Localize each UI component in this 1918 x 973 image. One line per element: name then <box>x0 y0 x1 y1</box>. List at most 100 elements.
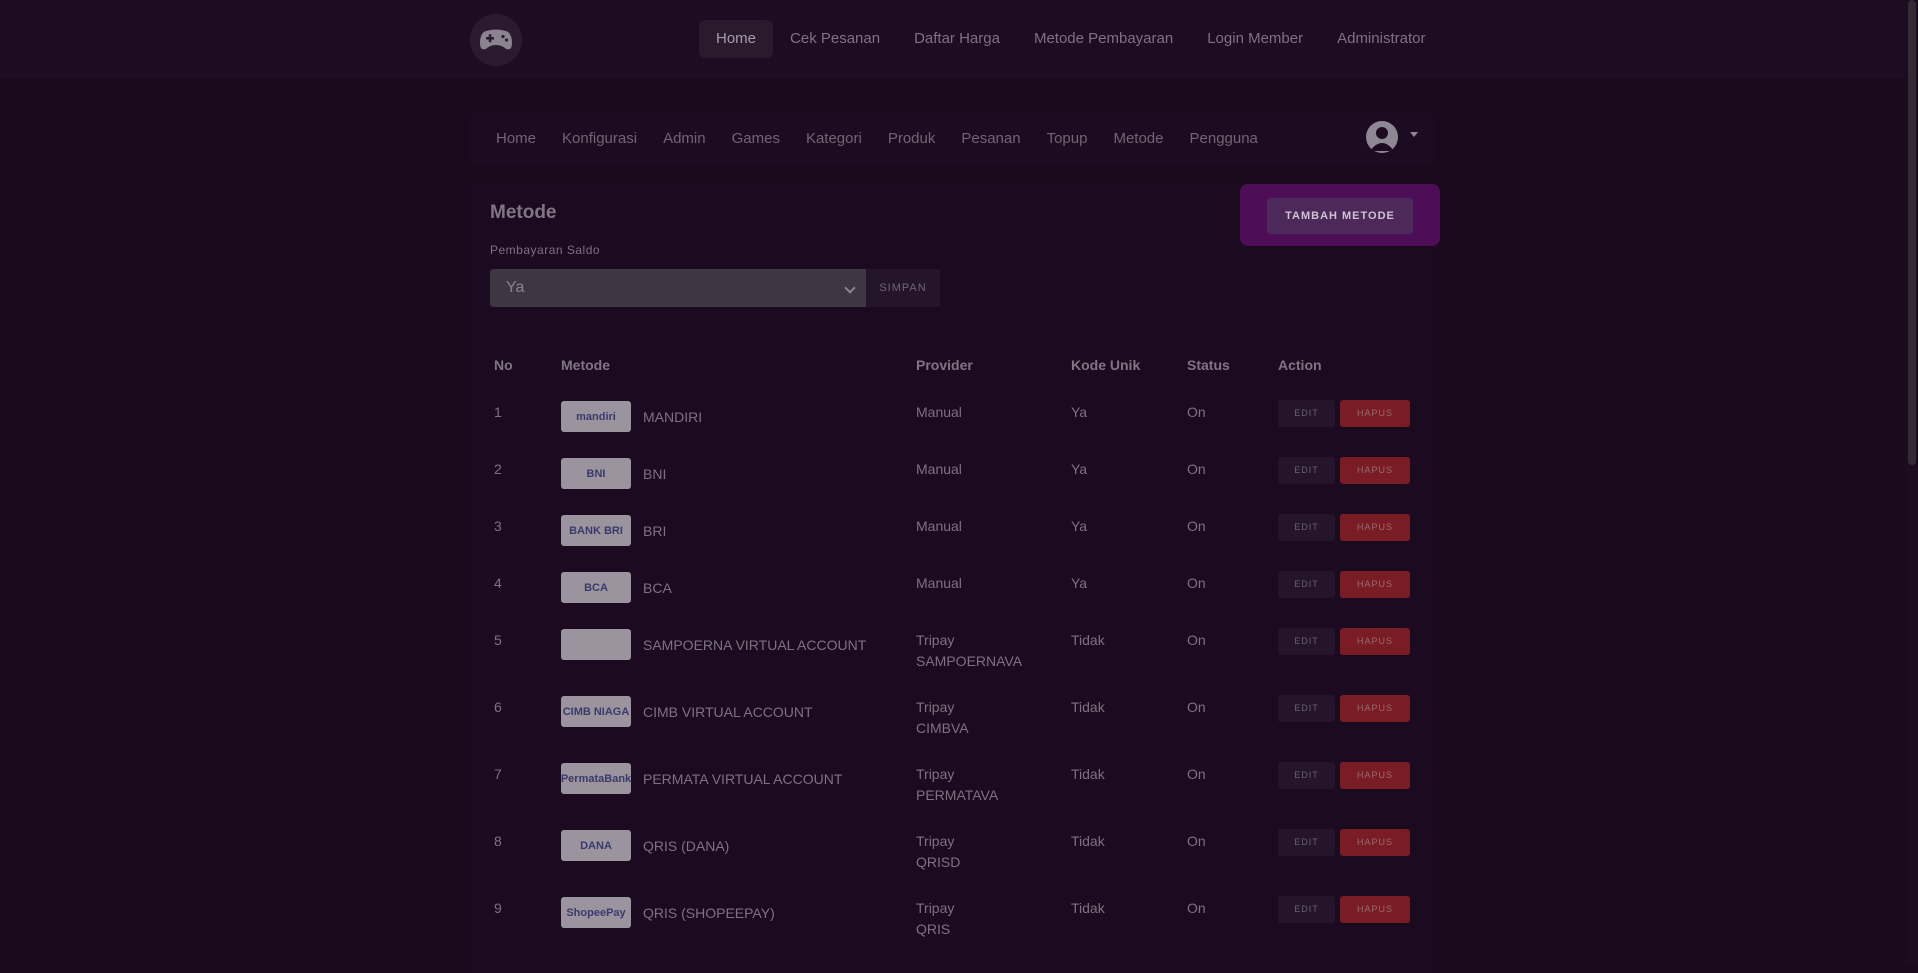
simpan-button[interactable]: SIMPAN <box>866 269 940 307</box>
status: On <box>1187 632 1206 648</box>
status: On <box>1187 461 1206 477</box>
subnav-produk[interactable]: Produk <box>875 130 949 147</box>
chevron-down-icon[interactable] <box>1410 132 1418 137</box>
provider: Manual <box>916 518 962 534</box>
metode-name: BNI <box>643 466 667 482</box>
metode-logo-text: PermataBank <box>561 772 631 785</box>
row-no: 5 <box>494 632 502 648</box>
subnav-kategori[interactable]: Kategori <box>793 130 875 147</box>
hapus-button[interactable]: HAPUS <box>1340 762 1410 789</box>
provider: Manual <box>916 461 962 477</box>
row-no: 6 <box>494 699 502 715</box>
topnav-administrator[interactable]: Administrator <box>1320 20 1442 58</box>
status: On <box>1187 833 1206 849</box>
edit-button[interactable]: EDIT <box>1278 762 1335 789</box>
provider-code: CIMBVA <box>916 720 969 736</box>
metode-name: MANDIRI <box>643 409 703 425</box>
header-action: Action <box>1278 357 1322 373</box>
subnav-games[interactable]: Games <box>719 130 793 147</box>
kode-unik: Ya <box>1071 461 1088 477</box>
row-no: 9 <box>494 900 502 916</box>
hapus-button[interactable]: HAPUS <box>1340 695 1410 722</box>
edit-button[interactable]: EDIT <box>1278 896 1335 923</box>
metode-name: CIMB VIRTUAL ACCOUNT <box>643 704 813 720</box>
subnav-konfigurasi[interactable]: Konfigurasi <box>549 130 650 147</box>
subnav-pesanan[interactable]: Pesanan <box>948 130 1033 147</box>
top-navbar: Home Cek Pesanan Daftar Harga Metode Pem… <box>0 0 1906 78</box>
status: On <box>1187 404 1206 420</box>
edit-button[interactable]: EDIT <box>1278 514 1335 541</box>
metode-name: PERMATA VIRTUAL ACCOUNT <box>643 771 843 787</box>
edit-button[interactable]: EDIT <box>1278 628 1335 655</box>
header-provider: Provider <box>916 357 973 373</box>
status: On <box>1187 699 1206 715</box>
subnav-home[interactable]: Home <box>483 130 549 147</box>
kode-unik: Tidak <box>1071 699 1105 715</box>
page-title: Metode <box>490 202 557 223</box>
edit-button[interactable]: EDIT <box>1278 457 1335 484</box>
main-nav: Home Cek Pesanan Daftar Harga Metode Pem… <box>699 20 1442 58</box>
row-no: 7 <box>494 766 502 782</box>
metode-name: QRIS (SHOPEEPAY) <box>643 905 775 921</box>
kode-unik: Tidak <box>1071 766 1105 782</box>
hapus-button[interactable]: HAPUS <box>1340 896 1410 923</box>
metode-logo: mandiri <box>561 401 631 432</box>
hapus-button[interactable]: HAPUS <box>1340 628 1410 655</box>
metode-logo: DANA <box>561 830 631 861</box>
hapus-button[interactable]: HAPUS <box>1340 829 1410 856</box>
subnav-metode[interactable]: Metode <box>1100 130 1176 147</box>
user-avatar-icon[interactable] <box>1366 121 1398 153</box>
row-no: 1 <box>494 404 502 420</box>
tambah-metode-button[interactable]: TAMBAH METODE <box>1267 198 1413 234</box>
edit-button[interactable]: EDIT <box>1278 695 1335 722</box>
provider: Manual <box>916 575 962 591</box>
provider: Tripay <box>916 833 955 849</box>
status: On <box>1187 518 1206 534</box>
kode-unik: Ya <box>1071 404 1088 420</box>
provider: Manual <box>916 404 962 420</box>
topnav-home[interactable]: Home <box>699 20 774 58</box>
topnav-login-member[interactable]: Login Member <box>1190 20 1320 58</box>
edit-button[interactable]: EDIT <box>1278 571 1335 598</box>
subnav-admin[interactable]: Admin <box>650 130 719 147</box>
metode-logo <box>561 629 631 660</box>
provider: Tripay <box>916 699 955 715</box>
header-metode: Metode <box>561 357 610 373</box>
provider: Tripay <box>916 632 955 648</box>
header-no: No <box>494 357 513 373</box>
hapus-button[interactable]: HAPUS <box>1340 571 1410 598</box>
row-no: 3 <box>494 518 502 534</box>
metode-logo: ShopeePay <box>561 897 631 928</box>
edit-button[interactable]: EDIT <box>1278 400 1335 427</box>
metode-logo-text: BNI <box>586 467 606 480</box>
scrollbar-thumb[interactable] <box>1908 0 1916 465</box>
kode-unik: Ya <box>1071 518 1088 534</box>
metode-logo: PermataBank <box>561 763 631 794</box>
provider-code: QRIS <box>916 921 951 937</box>
provider-code: PERMATAVA <box>916 787 999 803</box>
saldo-select[interactable]: Ya <box>490 269 866 307</box>
topnav-daftar-harga[interactable]: Daftar Harga <box>897 20 1017 58</box>
topnav-cek-pesanan[interactable]: Cek Pesanan <box>773 20 897 58</box>
status: On <box>1187 900 1206 916</box>
hapus-button[interactable]: HAPUS <box>1340 457 1410 484</box>
hapus-button[interactable]: HAPUS <box>1340 514 1410 541</box>
edit-button[interactable]: EDIT <box>1278 829 1335 856</box>
metode-name: QRIS (DANA) <box>643 838 730 854</box>
status: On <box>1187 766 1206 782</box>
gamepad-logo-icon[interactable] <box>470 14 522 66</box>
metode-logo-text: BANK BRI <box>569 524 623 537</box>
metode-logo-text: BCA <box>584 581 608 594</box>
header-status: Status <box>1187 357 1230 373</box>
saldo-label: Pembayaran Saldo <box>490 243 601 257</box>
metode-logo-text: DANA <box>580 839 612 852</box>
metode-logo: BANK BRI <box>561 515 631 546</box>
scrollbar[interactable] <box>1906 0 1918 965</box>
subnav-topup[interactable]: Topup <box>1034 130 1101 147</box>
subnav-pengguna[interactable]: Pengguna <box>1177 130 1271 147</box>
hapus-button[interactable]: HAPUS <box>1340 400 1410 427</box>
provider-code: QRISD <box>916 854 961 870</box>
metode-logo-text: ShopeePay <box>566 906 626 919</box>
topnav-metode-pembayaran[interactable]: Metode Pembayaran <box>1017 20 1190 58</box>
row-no: 4 <box>494 575 502 591</box>
